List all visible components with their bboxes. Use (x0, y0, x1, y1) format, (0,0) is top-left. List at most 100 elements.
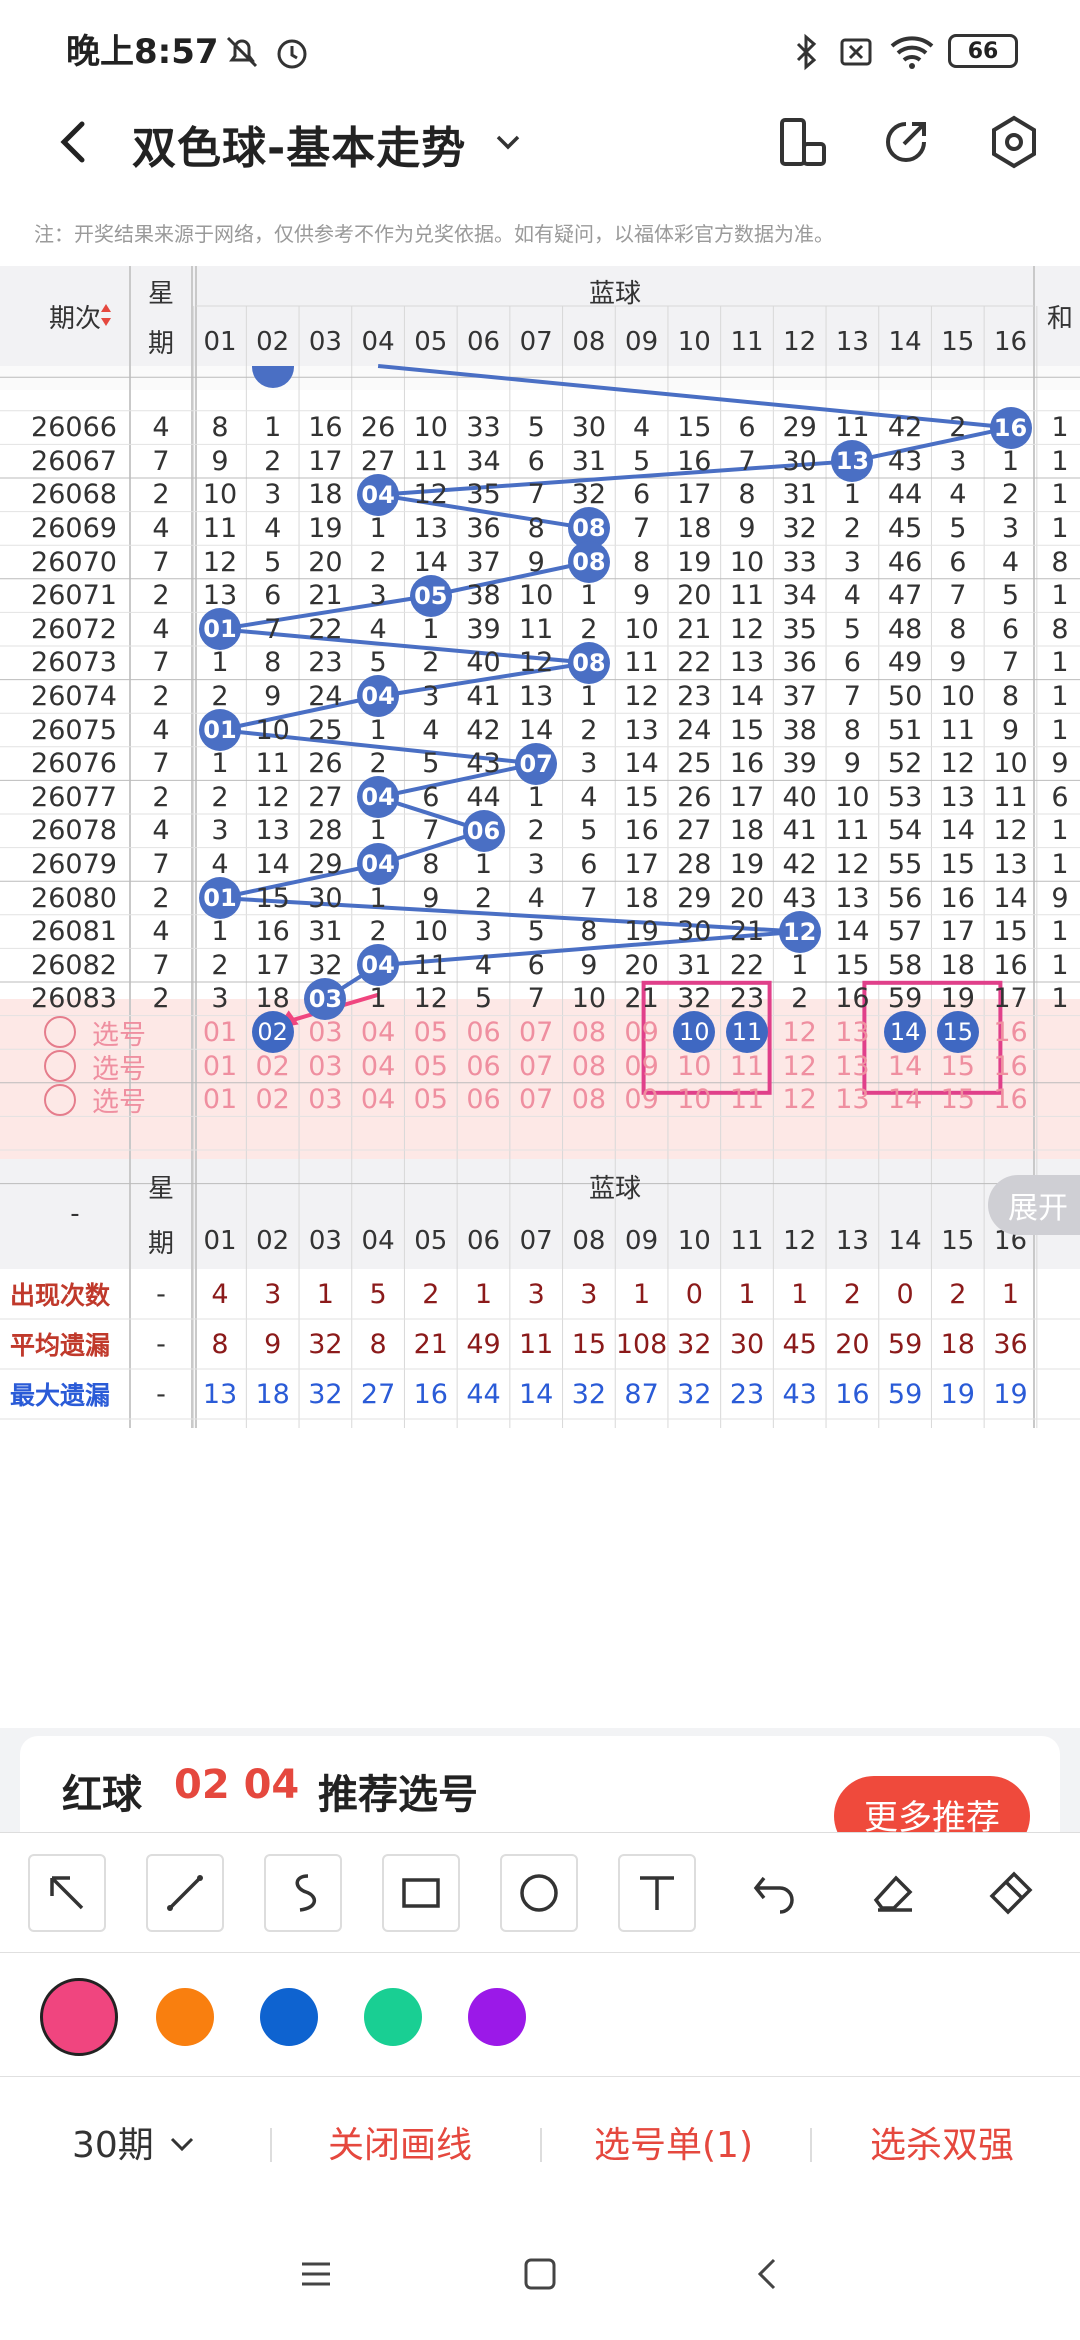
menu-icon[interactable] (296, 2254, 336, 2294)
select-number: 14 (887, 1084, 923, 1116)
share-icon[interactable] (876, 112, 936, 172)
circle-tool-button[interactable] (500, 1854, 578, 1932)
select-number: 06 (466, 1084, 501, 1116)
rect-tool-button[interactable] (382, 1854, 460, 1932)
sort-icon[interactable] (100, 302, 112, 328)
undo-button[interactable] (736, 1854, 814, 1932)
selected-ball[interactable]: 02 (251, 1011, 294, 1054)
chevron-down-icon[interactable] (166, 2128, 198, 2160)
color-swatch-orange[interactable] (156, 1988, 214, 2046)
select-number: 03 (308, 1050, 343, 1082)
stats-value: 21 (413, 1328, 448, 1360)
stats-number-header: 02 (256, 1226, 290, 1256)
row-value: 2 (211, 949, 229, 981)
curve-tool-icon (295, 1874, 316, 1912)
stats-number-header: 11 (730, 1226, 764, 1256)
hit-ball[interactable]: 06 (462, 809, 505, 852)
row-value: 16 (940, 882, 975, 914)
row-value: 11 (413, 445, 448, 477)
row-value: 5 (843, 613, 861, 645)
curve-tool-button[interactable] (264, 1854, 342, 1932)
row-week: 7 (152, 949, 170, 981)
row-value: 5 (1001, 580, 1020, 612)
row-value: 27 (360, 445, 396, 477)
color-swatch-pink[interactable] (40, 1978, 118, 2056)
hit-ball[interactable]: 01 (199, 608, 241, 651)
clear-brush-button[interactable] (972, 1854, 1050, 1932)
settings-hex-icon[interactable] (984, 112, 1044, 172)
close-draw-button[interactable]: 关闭画线 (328, 2116, 472, 2168)
select-number: 03 (308, 1084, 343, 1116)
color-swatch-green[interactable] (364, 1988, 422, 2046)
row-value: 29 (782, 412, 817, 444)
hit-ball[interactable]: 05 (409, 574, 452, 617)
row-clipped-value: 1 (1051, 479, 1069, 511)
hit-ball[interactable]: 12 (778, 910, 821, 953)
row-value: 1 (369, 512, 387, 544)
hit-ball[interactable]: 01 (199, 877, 241, 919)
row-value: 5 (527, 916, 545, 948)
device-layout-icon[interactable] (772, 112, 832, 172)
selected-ball[interactable]: 15 (936, 1011, 979, 1054)
hit-ball[interactable]: 04 (357, 776, 400, 819)
row-value: 29 (677, 882, 712, 914)
row-value: 3 (580, 748, 598, 780)
stats-number-header: 15 (941, 1226, 975, 1256)
row-value: 56 (887, 882, 923, 914)
hit-ball[interactable]: 04 (357, 473, 400, 516)
back-icon[interactable] (44, 112, 104, 172)
select-number: 01 (202, 1084, 238, 1116)
row-period: 26073 (31, 647, 117, 679)
selection-list-button[interactable]: 选号单(1) (594, 2116, 753, 2168)
row-value: 30 (571, 412, 607, 444)
row-value: 8 (1001, 680, 1020, 712)
row-value: 7 (527, 479, 545, 511)
row-value: 8 (264, 647, 282, 679)
hit-ball[interactable]: 16 (989, 406, 1032, 449)
stats-number-header: 10 (677, 1226, 711, 1256)
stats-value: 15 (571, 1328, 607, 1360)
rect-tool-icon (402, 1878, 440, 1908)
eraser-button[interactable] (854, 1854, 932, 1932)
pick-double-button[interactable]: 选杀双强 (870, 2116, 1014, 2168)
page-title[interactable]: 双色球-基本走势 (132, 112, 466, 176)
home-icon[interactable] (520, 2254, 560, 2294)
disclaimer-notice: 注：开奖结果来源于网络，仅供参考不作为兑奖依据。如有疑问，以福体彩官方数据为准。 (34, 222, 834, 246)
period-select[interactable]: 30期 (72, 2116, 154, 2168)
color-swatch-purple[interactable] (468, 1988, 526, 2046)
circle-tool-icon (520, 1874, 558, 1912)
row-week: 7 (152, 546, 170, 578)
hit-ball[interactable]: 07 (515, 742, 558, 785)
row-clipped-value: 1 (1051, 412, 1069, 444)
row-value: 49 (887, 647, 923, 679)
hit-ball[interactable]: 04 (357, 944, 400, 987)
row-clipped-value: 1 (1051, 512, 1069, 544)
line-tool-button[interactable] (146, 1854, 224, 1932)
hit-ball[interactable]: 01 (199, 709, 241, 751)
dropdown-chevron-icon[interactable] (490, 124, 526, 160)
stats-label: 最大连出 (10, 1419, 130, 1428)
row-value: 9 (843, 748, 861, 780)
expand-button[interactable]: 展开 (988, 1175, 1080, 1235)
column-header-week: 星 (147, 278, 174, 309)
hit-ball[interactable]: 08 (567, 541, 610, 583)
row-value: 1 (580, 580, 598, 612)
text-tool-button[interactable] (618, 1854, 696, 1932)
row-value: 1 (422, 613, 440, 645)
row-value: 28 (308, 815, 343, 847)
row-week: 4 (152, 512, 170, 544)
hit-ball[interactable]: 03 (304, 977, 347, 1020)
row-value: 26 (360, 412, 396, 444)
select-radio[interactable] (44, 1050, 76, 1082)
row-value: 24 (677, 714, 712, 746)
row-value: 8 (580, 916, 598, 948)
arrow-tool-button[interactable] (28, 1854, 106, 1932)
nav-back-icon[interactable] (748, 2254, 788, 2294)
hit-ball[interactable]: 08 (567, 641, 610, 684)
group-header-blue: 蓝球 (588, 278, 641, 309)
color-swatch-blue[interactable] (260, 1988, 318, 2046)
row-week: 4 (152, 412, 170, 444)
row-value: 1 (369, 983, 387, 1015)
row-value: 33 (466, 412, 501, 444)
select-radio[interactable] (44, 1083, 76, 1116)
